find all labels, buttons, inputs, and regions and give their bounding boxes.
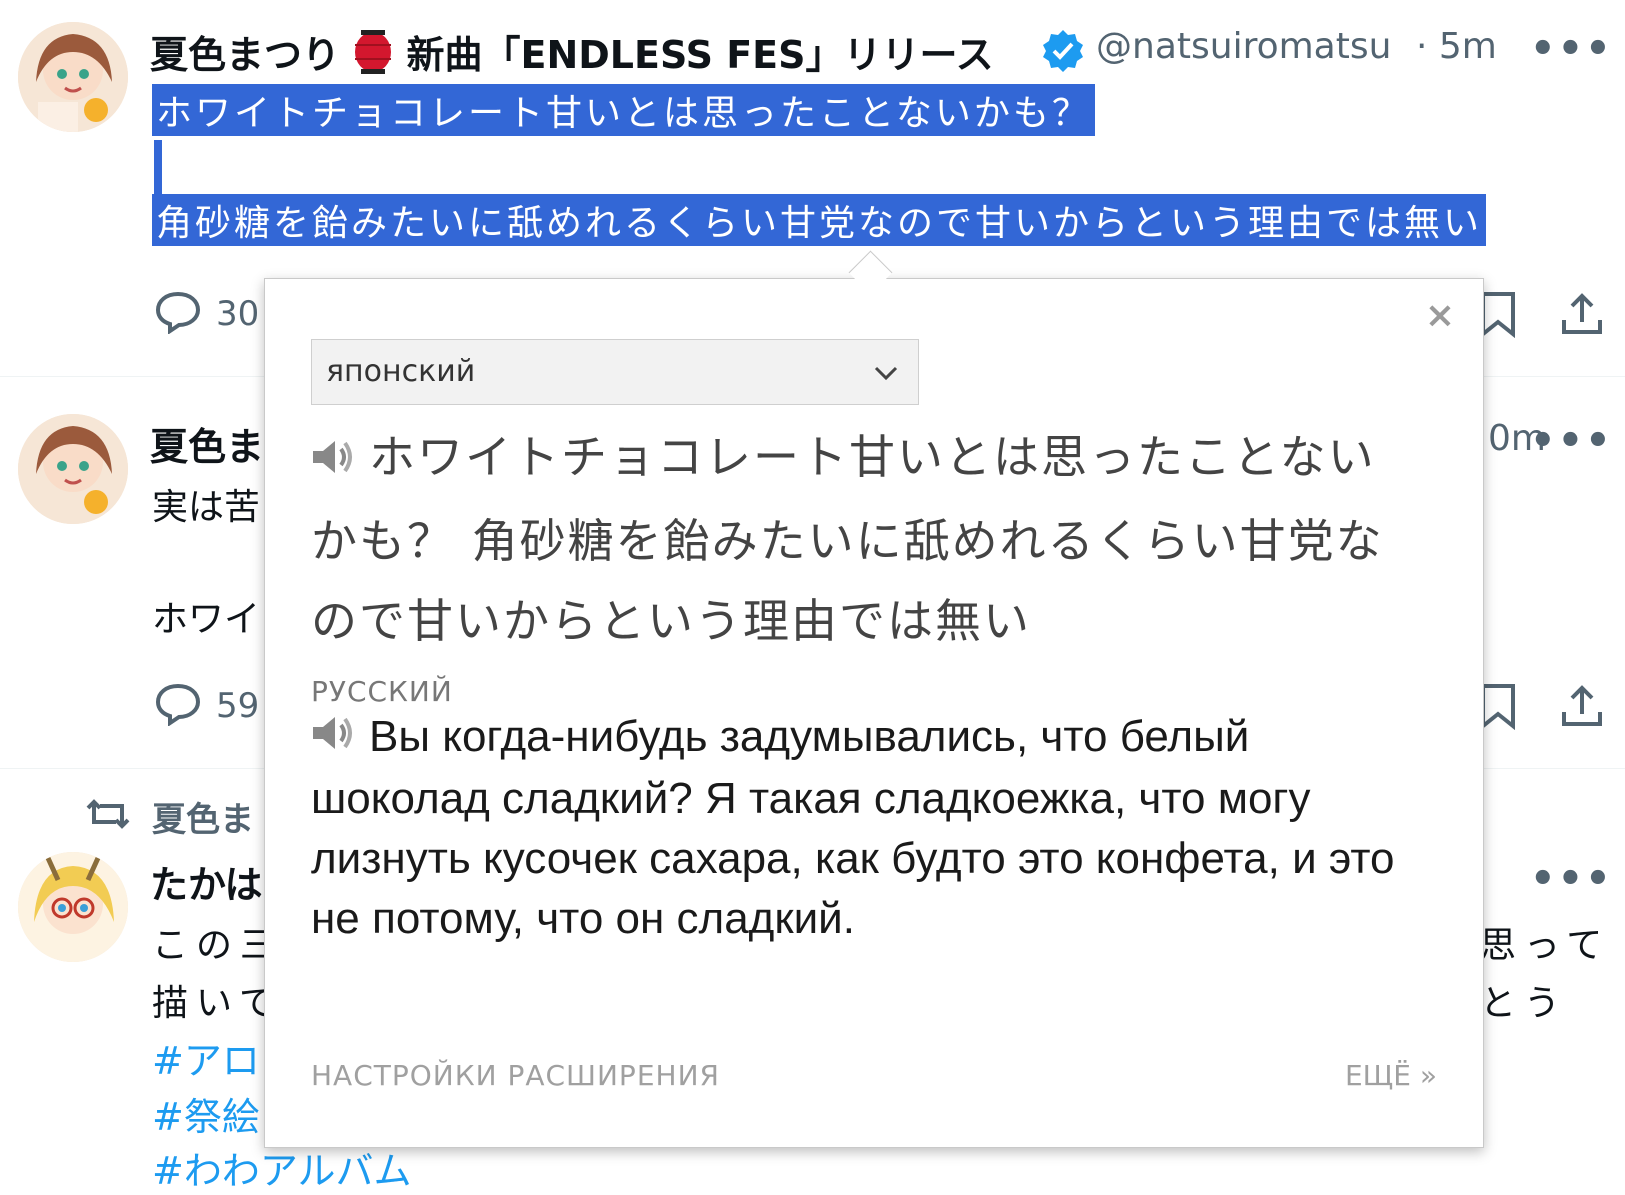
verified-badge-icon xyxy=(1040,28,1086,78)
reply-count: 59 xyxy=(216,686,260,726)
tweet-text-line: ホワイトチョコレート甘いとは思ったことないかも？ xyxy=(152,84,1095,136)
target-language-label: РУССКИЙ xyxy=(311,675,453,708)
share-button[interactable] xyxy=(1560,682,1604,734)
bookmark-button[interactable] xyxy=(1478,290,1518,342)
retweet-icon xyxy=(86,796,130,836)
tweet-text-line: 角砂糖を飴みたいに舐めれるくらい甘党なので甘いからという理由では無い xyxy=(152,194,1487,246)
author-name-suffix[interactable]: 新曲「ENDLESS FES」リリース xyxy=(406,33,993,77)
translated-text: Вы когда-нибудь задумывались, что белый … xyxy=(311,712,1395,944)
reply-button[interactable] xyxy=(154,290,202,338)
bookmark-icon xyxy=(1481,684,1515,731)
popup-pointer xyxy=(848,250,893,295)
more-options-button[interactable]: ••• xyxy=(1530,418,1613,464)
author-name[interactable]: 夏色ま xyxy=(150,416,264,471)
chevron-down-icon xyxy=(872,340,900,427)
share-icon xyxy=(1562,293,1602,334)
reply-count: 30 xyxy=(216,294,260,334)
avatar[interactable] xyxy=(18,852,128,962)
tweet-handle[interactable]: @natsuiromatsu xyxy=(1096,26,1414,67)
tweet-text-line: 実は苦 xyxy=(152,487,261,528)
lantern-emoji-icon xyxy=(353,30,393,74)
tweet-text-line: ホワイ xyxy=(152,599,261,640)
translation-popup: × японский ホワイトチョコレート甘いとは思ったことないかも？ 角砂糖を… xyxy=(264,250,1484,1148)
bookmark-button[interactable] xyxy=(1478,682,1518,734)
hashtag-link[interactable]: #わわアルバム xyxy=(152,1140,411,1195)
reply-icon xyxy=(155,683,201,727)
more-link[interactable]: ЕЩЁ » xyxy=(1345,1059,1437,1092)
more-options-button[interactable]: ••• xyxy=(1530,856,1613,902)
avatar[interactable] xyxy=(18,414,128,524)
selection-gap xyxy=(154,140,162,194)
source-text: ホワイトチョコレート甘いとは思ったことないかも？ 角砂糖を飴みたいに舐めれるくら… xyxy=(311,430,1384,648)
source-language-label: японский xyxy=(326,354,476,389)
reply-button[interactable] xyxy=(154,682,202,730)
tweet-time[interactable]: · 5m xyxy=(1416,26,1497,67)
target-text-block: Вы когда-нибудь задумывались, что белый … xyxy=(311,707,1411,949)
tweet-text-line: とう xyxy=(1480,983,1569,1024)
speaker-icon[interactable] xyxy=(311,421,355,501)
source-text-block: ホワイトチョコレート甘いとは思ったことないかも？ 角砂糖を飴みたいに舐めれるくら… xyxy=(311,417,1401,661)
author-name[interactable]: 夏色まつり xyxy=(150,33,340,77)
hashtag-link[interactable]: #アロ xyxy=(152,1030,260,1085)
avatar[interactable] xyxy=(18,22,128,132)
speaker-icon[interactable] xyxy=(311,709,355,769)
source-language-select[interactable]: японский xyxy=(311,339,919,405)
close-button[interactable]: × xyxy=(1425,295,1455,336)
share-icon xyxy=(1562,685,1602,726)
extension-settings-link[interactable]: НАСТРОЙКИ РАСШИРЕНИЯ xyxy=(311,1059,720,1092)
more-options-button[interactable]: ••• xyxy=(1530,26,1613,72)
reply-icon xyxy=(155,291,201,335)
retweeter-name[interactable]: 夏色ま xyxy=(152,792,254,841)
hashtag-link[interactable]: #祭絵 xyxy=(152,1086,260,1141)
author-name[interactable]: たかは xyxy=(150,854,262,909)
bookmark-icon xyxy=(1481,292,1515,339)
share-button[interactable] xyxy=(1560,290,1604,342)
tweet-author[interactable]: 夏色まつり 新曲「ENDLESS FES」リリース xyxy=(150,24,994,79)
tweet-text-line: 思って xyxy=(1480,925,1611,966)
